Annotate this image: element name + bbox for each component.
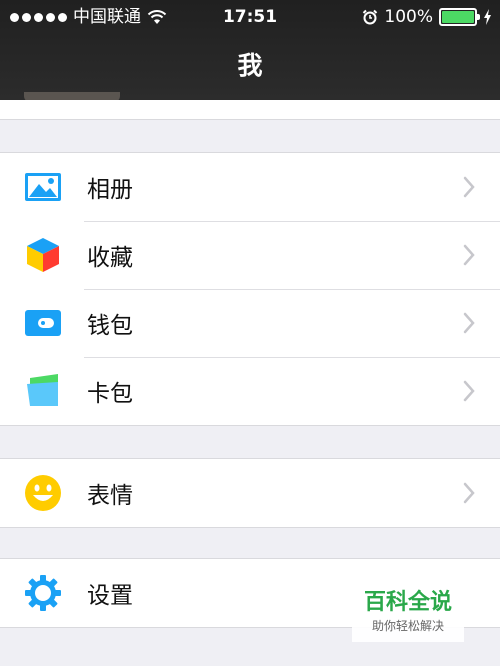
alarm-icon <box>363 9 378 25</box>
menu-item-album[interactable]: 相册 <box>0 153 500 221</box>
menu-item-card-pack[interactable]: 卡包 <box>0 357 500 425</box>
menu-item-label: 表情 <box>87 483 133 509</box>
menu-group-emoji: 表情 <box>0 458 500 528</box>
profile-group-bottom-edge <box>0 100 500 120</box>
menu-group-main: 相册 收藏 钱包 卡包 <box>0 152 500 426</box>
battery-icon <box>439 8 480 26</box>
status-bar: 中国联通 17:51 100% <box>0 0 500 34</box>
battery-fill <box>442 11 474 23</box>
menu-item-label: 钱包 <box>87 313 133 339</box>
battery-percent: 100% <box>384 7 433 27</box>
menu-item-label: 设置 <box>87 583 133 609</box>
favorites-cube-icon <box>27 238 59 272</box>
charging-bolt-icon <box>484 9 491 25</box>
menu-item-stickers[interactable]: 表情 <box>0 459 500 527</box>
chevron-right-icon <box>463 482 475 504</box>
chevron-right-icon <box>463 244 475 266</box>
watermark-title: 百科全说 <box>363 590 452 615</box>
chevron-right-icon <box>463 176 475 198</box>
chevron-right-icon <box>463 312 475 334</box>
menu-item-label: 相册 <box>87 177 133 203</box>
top-bar: 中国联通 17:51 100% 我 <box>0 0 500 102</box>
card-pack-icon <box>27 374 58 406</box>
page-title: 我 <box>237 51 263 80</box>
menu-item-wallet[interactable]: 钱包 <box>0 289 500 357</box>
watermark-subtitle: 助你轻松解决 <box>371 619 444 633</box>
watermark: 百科全说 助你轻松解决 <box>352 588 464 642</box>
menu-item-label: 收藏 <box>87 245 133 271</box>
menu-item-favorites[interactable]: 收藏 <box>0 221 500 289</box>
smiley-icon <box>25 475 61 511</box>
gear-icon <box>25 575 61 611</box>
status-right: 100% <box>362 0 492 34</box>
menu-item-label: 卡包 <box>87 381 133 407</box>
wallet-icon <box>25 310 61 336</box>
album-icon <box>25 173 61 201</box>
chevron-right-icon <box>463 380 475 402</box>
